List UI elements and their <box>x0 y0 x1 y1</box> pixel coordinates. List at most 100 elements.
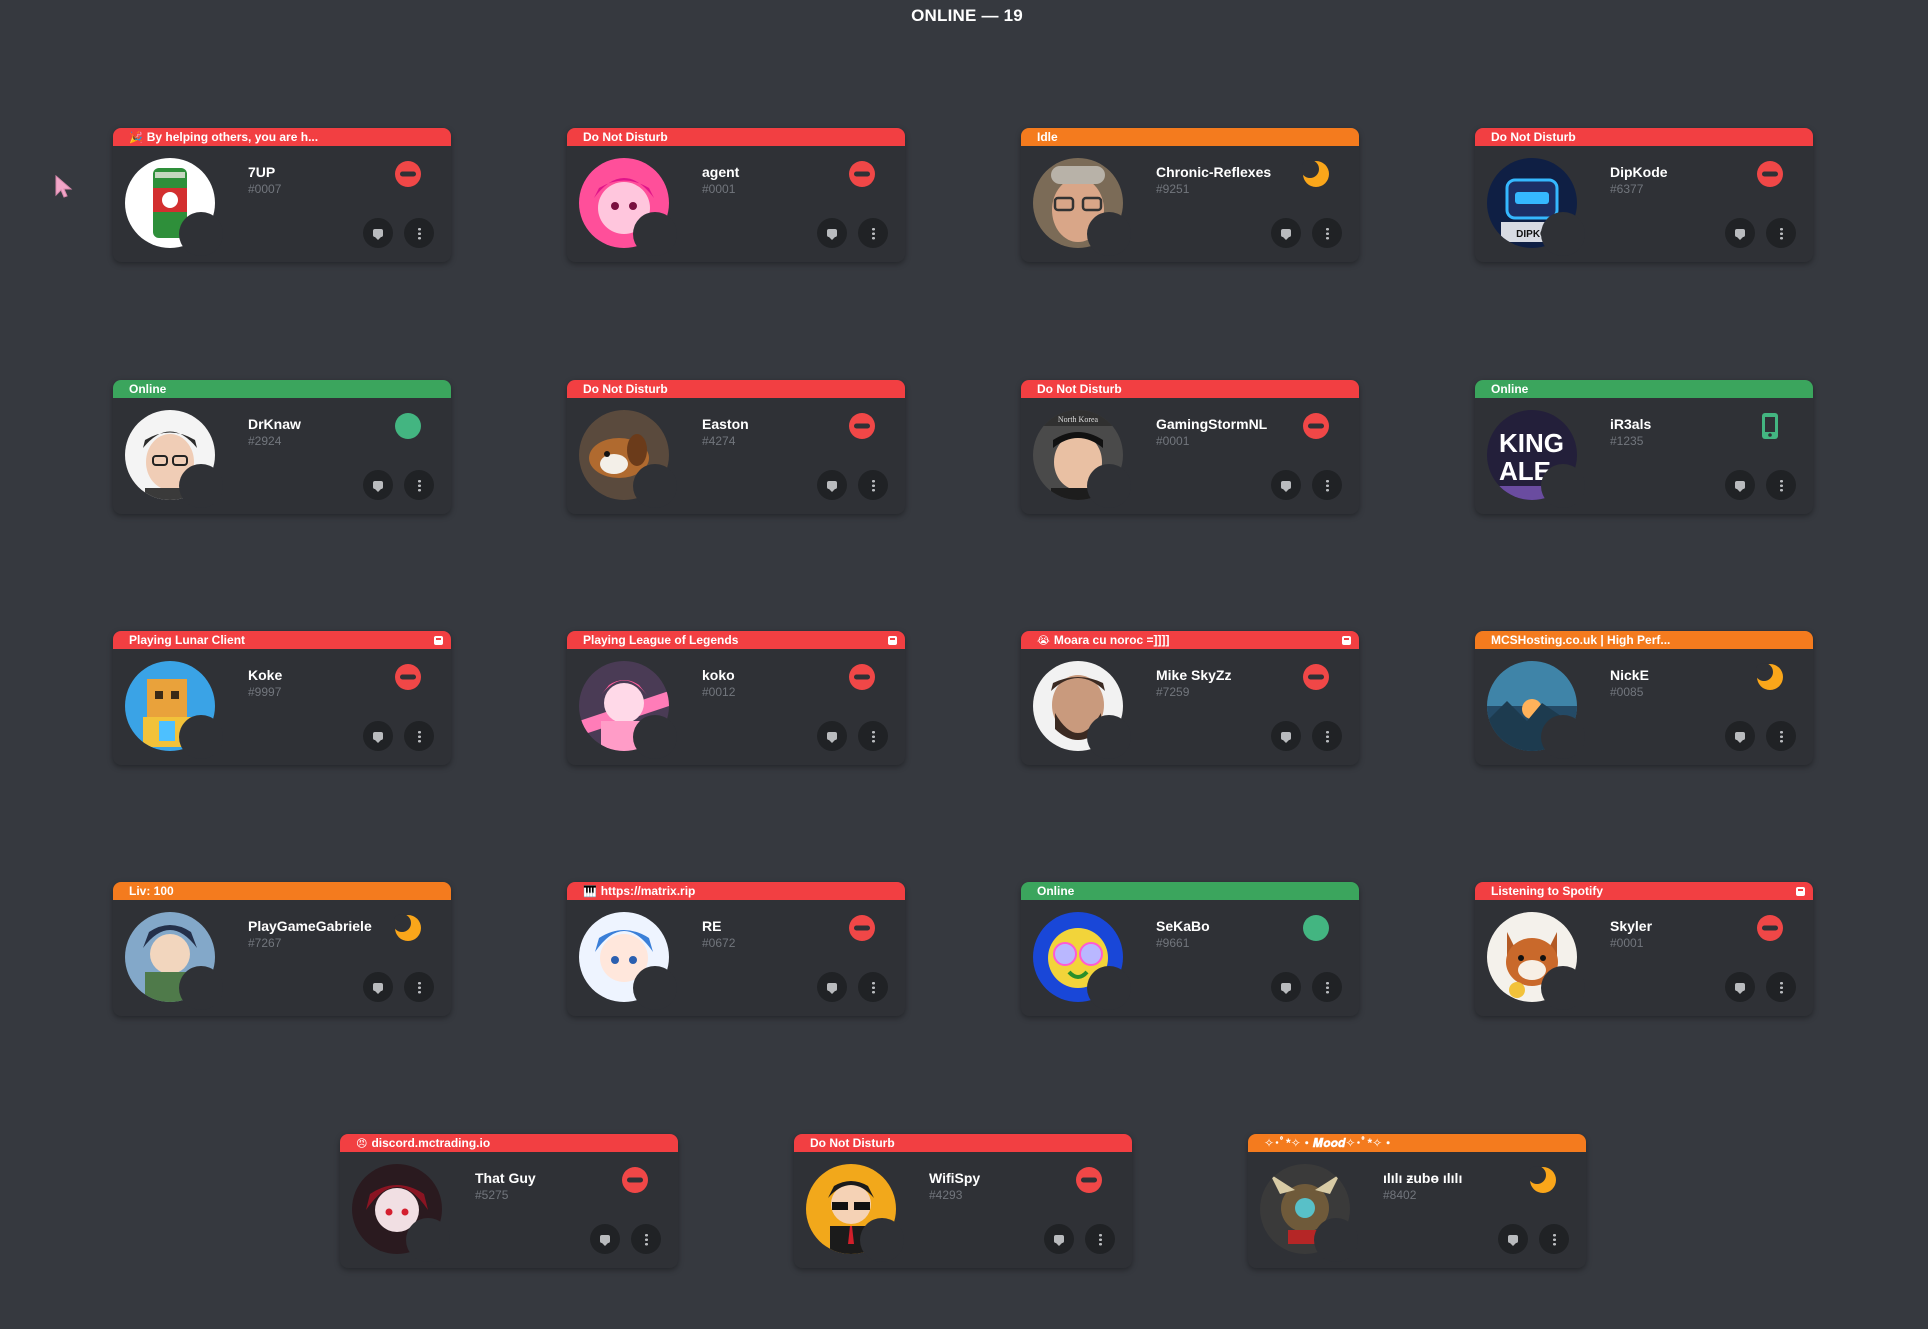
more-options-button[interactable] <box>404 218 434 248</box>
more-options-button[interactable] <box>858 470 888 500</box>
message-icon <box>827 229 837 240</box>
more-options-button[interactable] <box>1312 218 1342 248</box>
activity-banner: 😭 Moara cu noroc =]]]] <box>1021 631 1359 649</box>
username: agent <box>702 164 740 180</box>
friend-card-playgamegabriele[interactable]: Liv: 100 PlayGameGabriele #7267 <box>113 882 451 1016</box>
message-icon <box>1281 983 1291 994</box>
message-button[interactable] <box>817 972 847 1002</box>
friend-card-7up[interactable]: 🎉 By helping others, you are h... 7UP #0007 <box>113 128 451 262</box>
avatar-status-cutout <box>633 464 677 508</box>
avatar-status-cutout <box>179 464 223 508</box>
discriminator: #1235 <box>1610 434 1644 448</box>
friend-card-l-l-ub-l-l[interactable]: ✧･ﾟ*✧・𝑴𝒐𝒐𝒅✧･ﾟ*✧・ ılılı ƶubɵ ılılı #8402 <box>1248 1134 1586 1268</box>
more-options-button[interactable] <box>858 721 888 751</box>
friend-card-skyler[interactable]: Listening to Spotify Skyler #0001 <box>1475 882 1813 1016</box>
friend-card-nicke[interactable]: MCSHosting.co.uk | High Perf... NickE #008… <box>1475 631 1813 765</box>
username: RE <box>702 918 722 934</box>
avatar-status-cutout <box>179 966 223 1010</box>
friend-card-mike-skyzz[interactable]: 😭 Moara cu noroc =]]]] Mike SkyZz #7259 <box>1021 631 1359 765</box>
friend-card-re[interactable]: 🎹 https://matrix.rip RE #0672 <box>567 882 905 1016</box>
more-options-button[interactable] <box>858 218 888 248</box>
activity-banner: Do Not Disturb <box>567 128 905 146</box>
more-options-button[interactable] <box>1312 470 1342 500</box>
friend-card-gamingstormnl[interactable]: Do Not Disturb North Korea GamingStormNL #0… <box>1021 380 1359 514</box>
friend-card-koke[interactable]: Playing Lunar Client Koke #9997 <box>113 631 451 765</box>
message-button[interactable] <box>817 721 847 751</box>
dnd-status-icon <box>1756 914 1784 942</box>
more-options-button[interactable] <box>1312 721 1342 751</box>
message-icon <box>1735 481 1745 492</box>
discriminator: #4293 <box>929 1188 963 1202</box>
vertical-dots-icon <box>1325 226 1329 240</box>
message-button[interactable] <box>363 972 393 1002</box>
username: DrKnaw <box>248 416 301 432</box>
username: Easton <box>702 416 749 432</box>
activity-details-icon[interactable] <box>1342 636 1351 645</box>
friend-card-drknaw[interactable]: Online DrKnaw #2924 <box>113 380 451 514</box>
message-icon <box>373 732 383 743</box>
friend-card-wifispy[interactable]: Do Not Disturb WifiSpy #4293 <box>794 1134 1132 1268</box>
more-options-button[interactable] <box>404 721 434 751</box>
friend-card-sekabo[interactable]: Online SeKaBo #9661 <box>1021 882 1359 1016</box>
friend-card-dipkode[interactable]: Do Not Disturb DIPKO DipKode #6377 <box>1475 128 1813 262</box>
message-button[interactable] <box>1271 972 1301 1002</box>
vertical-dots-icon <box>871 478 875 492</box>
more-options-button[interactable] <box>1766 721 1796 751</box>
activity-banner: 🎉 By helping others, you are h... <box>113 128 451 146</box>
activity-details-icon[interactable] <box>434 636 443 645</box>
vertical-dots-icon <box>1779 729 1783 743</box>
friend-card-koko[interactable]: Playing League of Legends koko #0012 <box>567 631 905 765</box>
friend-card-chronic-reflexes[interactable]: Idle Chronic-Reflexes #9251 <box>1021 128 1359 262</box>
message-button[interactable] <box>1044 1224 1074 1254</box>
message-button[interactable] <box>817 470 847 500</box>
message-button[interactable] <box>817 218 847 248</box>
message-button[interactable] <box>1725 721 1755 751</box>
more-options-button[interactable] <box>404 972 434 1002</box>
more-options-button[interactable] <box>858 972 888 1002</box>
dnd-status-icon <box>394 160 422 188</box>
friend-card-that-guy[interactable]: 😠 discord.mctrading.io That Guy #5275 <box>340 1134 678 1268</box>
message-button[interactable] <box>363 721 393 751</box>
activity-details-icon[interactable] <box>888 636 897 645</box>
message-button[interactable] <box>1271 218 1301 248</box>
vertical-dots-icon <box>1779 226 1783 240</box>
friend-card-easton[interactable]: Do Not Disturb Easton #4274 <box>567 380 905 514</box>
more-options-button[interactable] <box>1766 470 1796 500</box>
more-options-button[interactable] <box>1766 218 1796 248</box>
message-button[interactable] <box>363 470 393 500</box>
activity-details-icon[interactable] <box>1796 887 1805 896</box>
friend-card-agent[interactable]: Do Not Disturb agent #0001 <box>567 128 905 262</box>
message-button[interactable] <box>1271 470 1301 500</box>
more-options-button[interactable] <box>1312 972 1342 1002</box>
username: ılılı ƶubɵ ılılı <box>1383 1170 1463 1186</box>
message-button[interactable] <box>1498 1224 1528 1254</box>
message-icon <box>1735 983 1745 994</box>
username: 7UP <box>248 164 276 180</box>
more-options-button[interactable] <box>1085 1224 1115 1254</box>
activity-text: Online <box>1037 884 1075 898</box>
message-button[interactable] <box>590 1224 620 1254</box>
dnd-status-icon <box>394 663 422 691</box>
message-button[interactable] <box>363 218 393 248</box>
username: Koke <box>248 667 283 683</box>
message-button[interactable] <box>1271 721 1301 751</box>
discriminator: #7259 <box>1156 685 1190 699</box>
more-options-button[interactable] <box>404 470 434 500</box>
message-button[interactable] <box>1725 470 1755 500</box>
activity-banner: Online <box>1021 882 1359 900</box>
message-icon <box>1281 732 1291 743</box>
message-button[interactable] <box>1725 972 1755 1002</box>
more-options-button[interactable] <box>631 1224 661 1254</box>
activity-text: Do Not Disturb <box>810 1136 895 1150</box>
activity-banner: Do Not Disturb <box>567 380 905 398</box>
avatar-status-cutout <box>1541 715 1585 759</box>
idle-status-icon <box>393 914 422 942</box>
activity-text: ✧･ﾟ*✧・𝑴𝒐𝒐𝒅✧･ﾟ*✧・ <box>1264 1136 1395 1150</box>
message-button[interactable] <box>1725 218 1755 248</box>
message-icon <box>373 481 383 492</box>
activity-text: discord.mctrading.io <box>371 1136 491 1150</box>
friend-card-ir3als[interactable]: Online KING ALE iR3als #1235 <box>1475 380 1813 514</box>
activity-text: Do Not Disturb <box>583 382 668 396</box>
more-options-button[interactable] <box>1539 1224 1569 1254</box>
more-options-button[interactable] <box>1766 972 1796 1002</box>
